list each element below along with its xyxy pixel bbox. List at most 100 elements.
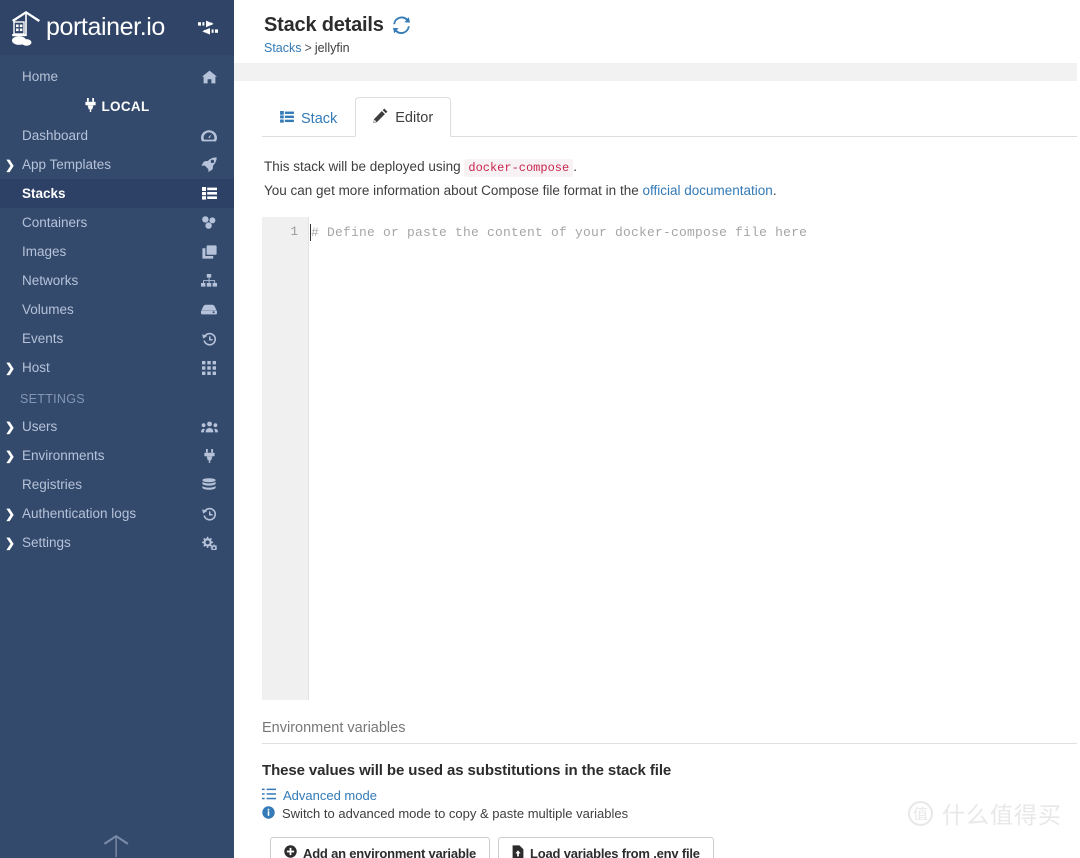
volumes-icon [198, 304, 220, 315]
sidebar-item-host[interactable]: ❯ Host [0, 353, 234, 382]
editor-placeholder-text: # Define or paste the content of your do… [311, 224, 808, 240]
containers-icon [198, 216, 220, 229]
sidebar-item-dashboard[interactable]: Dashboard [0, 121, 234, 150]
add-environment-variable-button[interactable]: Add an environment variable [270, 836, 491, 858]
button-label: Load variables from .env file [530, 845, 700, 858]
networks-icon [198, 274, 220, 287]
sidebar-item-label: Dashboard [22, 128, 89, 143]
description-line-1-pre: This stack will be deployed using [264, 159, 461, 174]
editor-cursor [310, 223, 311, 241]
description-line-1: This stack will be deployed using docker… [264, 155, 1080, 179]
sidebar-item-images[interactable]: Images [0, 237, 234, 266]
content-card: Stack Editor This stack will be deployed… [262, 81, 1080, 858]
sidebar-item-label: Volumes [22, 302, 74, 317]
advanced-mode-hint-text: Switch to advanced mode to copy & paste … [282, 806, 629, 822]
list-ol-icon [262, 788, 276, 803]
environment-variables-title: Environment variables [262, 720, 1080, 744]
stacks-icon [198, 187, 220, 200]
plug-icon [84, 97, 96, 115]
editor-line-number: 1 [290, 224, 298, 239]
breadcrumb-current: jellyfin [314, 41, 350, 55]
chevron-right-icon: ❯ [4, 506, 16, 521]
sidebar-item-label: Host [22, 360, 50, 375]
history-icon [198, 332, 220, 346]
chevron-right-icon: ❯ [4, 360, 16, 375]
list-icon [280, 111, 294, 127]
page-header: Stack details Stacks > jellyfin [234, 0, 1080, 63]
chevron-right-icon: ❯ [4, 448, 16, 463]
breadcrumb-separator: > [304, 41, 312, 55]
sidebar-item-label: Images [22, 244, 67, 259]
description-line-1-post: . [573, 159, 577, 174]
tab-label: Editor [395, 109, 434, 126]
sidebar-item-events[interactable]: Events [0, 324, 234, 353]
advanced-mode-label: Advanced mode [283, 787, 377, 803]
toggle-sidebar-icon[interactable] [196, 16, 220, 40]
official-documentation-link[interactable]: official documentation [642, 183, 772, 198]
plug-icon [198, 448, 220, 463]
sidebar-environment-label: LOCAL [0, 91, 234, 121]
tab-bar: Stack Editor [262, 81, 1080, 137]
sidebar-item-volumes[interactable]: Volumes [0, 295, 234, 324]
sidebar-item-label: Users [22, 419, 58, 434]
file-upload-icon [512, 845, 524, 858]
database-icon [198, 477, 220, 492]
description-line-2-pre: You can get more information about Compo… [264, 183, 639, 198]
editor-body[interactable]: # Define or paste the content of your do… [309, 217, 1080, 700]
editor-line: # Define or paste the content of your do… [309, 223, 1080, 242]
sidebar-item-environments[interactable]: ❯ Environments [0, 441, 234, 470]
tab-stack[interactable]: Stack [262, 100, 355, 137]
description-line-2-post: . [772, 183, 777, 198]
app-root: portainer.io Home LOCAL Dashboard ❯ App … [0, 0, 1080, 858]
main-content: Stack details Stacks > jellyfin Stack Ed… [234, 0, 1080, 858]
sidebar-item-label: Networks [22, 273, 79, 288]
tab-label: Stack [301, 111, 338, 127]
environment-variable-actions: Add an environment variable Load variabl… [262, 836, 1080, 858]
sidebar-item-networks[interactable]: Networks [0, 266, 234, 295]
sidebar-item-app-templates[interactable]: ❯ App Templates [0, 150, 234, 179]
sidebar-item-label: Events [22, 331, 64, 346]
sidebar-item-label: Settings [22, 535, 71, 550]
editor-gutter: 1 [262, 216, 309, 700]
editor-description: This stack will be deployed using docker… [262, 137, 1080, 203]
info-circle-icon [262, 805, 275, 822]
page-divider-strip [234, 63, 1080, 81]
chevron-right-icon: ❯ [4, 157, 16, 172]
plus-circle-icon [284, 845, 297, 858]
sidebar-item-authentication-logs[interactable]: ❯ Authentication logs [0, 499, 234, 528]
sidebar-item-users[interactable]: ❯ Users [0, 412, 234, 441]
page-title-text: Stack details [264, 14, 384, 36]
environment-variables-lead: These values will be used as substitutio… [262, 761, 672, 779]
environment-name: LOCAL [101, 98, 150, 114]
load-env-file-button[interactable]: Load variables from .env file [498, 836, 714, 858]
breadcrumb-link-stacks[interactable]: Stacks [264, 41, 302, 55]
brand-name: portainer.io [46, 13, 165, 41]
dashboard-icon [198, 129, 220, 143]
chevron-right-icon: ❯ [4, 535, 16, 550]
pencil-icon [373, 108, 388, 127]
portainer-logo-icon [10, 9, 44, 47]
sidebar-item-stacks[interactable]: Stacks [0, 179, 234, 208]
advanced-mode-hint: Switch to advanced mode to copy & paste … [262, 805, 1080, 822]
description-line-2: You can get more information about Compo… [264, 179, 1080, 203]
home-icon [198, 70, 220, 84]
sidebar-item-home[interactable]: Home [0, 62, 234, 91]
sidebar-item-label: Containers [22, 215, 88, 230]
sidebar-item-registries[interactable]: Registries [0, 470, 234, 499]
sidebar-item-label: Environments [22, 448, 105, 463]
portainer-watermark-icon [102, 833, 132, 858]
breadcrumb: Stacks > jellyfin [264, 41, 1080, 55]
refresh-icon[interactable] [392, 16, 411, 35]
tab-editor[interactable]: Editor [355, 97, 452, 137]
grid-icon [198, 360, 220, 375]
code-editor[interactable]: 1 # Define or paste the content of your … [262, 216, 1080, 700]
sidebar-item-containers[interactable]: Containers [0, 208, 234, 237]
sidebar-item-settings[interactable]: ❯ Settings [0, 528, 234, 557]
gears-icon [198, 536, 220, 550]
advanced-mode-toggle[interactable]: Advanced mode [262, 788, 1080, 803]
users-icon [198, 421, 220, 433]
sidebar-item-label: Registries [22, 477, 83, 492]
chevron-right-icon: ❯ [4, 419, 16, 434]
sidebar-brand-row[interactable]: portainer.io [0, 0, 234, 55]
page-title: Stack details [264, 14, 1080, 37]
